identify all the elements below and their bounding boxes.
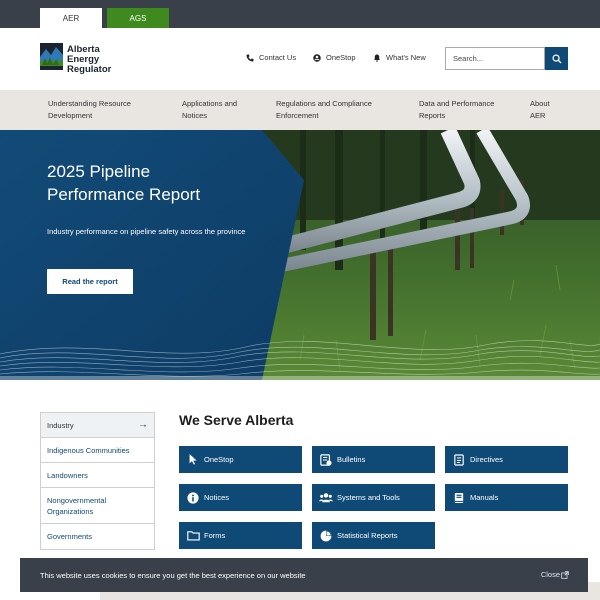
cookie-close-label: Close: [540, 570, 560, 579]
nav-label-line1: Data and Performance: [419, 99, 495, 108]
tab-aer[interactable]: AER: [40, 8, 102, 28]
cursor-icon: [186, 453, 200, 467]
side-item-governments[interactable]: Governments: [41, 524, 154, 549]
nav-understanding-resource-development[interactable]: Understanding Resource Development: [48, 98, 131, 122]
nav-label-line1: Regulations and Compliance: [276, 99, 372, 108]
user-circle-icon: [313, 53, 321, 62]
main-navigation: Understanding Resource Development Appli…: [0, 90, 600, 130]
side-item-label: Industry: [47, 420, 74, 430]
side-item-label: Indigenous Communities: [47, 445, 130, 455]
nav-data-and-performance-reports[interactable]: Data and Performance Reports: [419, 98, 494, 122]
nav-about-aer[interactable]: About AER: [530, 98, 550, 122]
side-item-label: Landowners: [47, 470, 88, 480]
logo-mark-icon: [40, 43, 63, 77]
contact-us-link[interactable]: Contact Us: [246, 53, 296, 62]
external-link-icon: [561, 570, 569, 579]
audience-side-menu: Industry → Indigenous Communities Landow…: [40, 412, 155, 550]
tile-systems-and-tools[interactable]: Systems and Tools: [312, 484, 435, 511]
tile-directives[interactable]: Directives: [445, 446, 568, 473]
aer-logo[interactable]: Alberta Energy Regulator: [40, 42, 130, 78]
tile-label: OneStop: [204, 455, 234, 464]
nav-label-line1: About: [530, 99, 550, 108]
nav-label-line2: Notices: [182, 111, 208, 120]
tile-forms[interactable]: Forms: [179, 522, 302, 549]
tile-onestop[interactable]: OneStop: [179, 446, 302, 473]
tile-label: Notices: [204, 493, 230, 502]
pie-chart-icon: [319, 529, 333, 543]
search-input[interactable]: [445, 47, 545, 70]
hero-subtitle: Industry performance on pipeline safety …: [47, 227, 246, 236]
tile-notices[interactable]: Notices: [179, 484, 302, 511]
nav-label-line2: AER: [530, 111, 546, 120]
search-button[interactable]: [545, 47, 568, 70]
tile-label: Directives: [470, 455, 503, 464]
bulletin-icon: [319, 453, 333, 467]
site-switcher-bar: AER AGS: [0, 0, 600, 28]
logo-line-3: Regulator: [67, 64, 112, 75]
side-item-label: Nongovernmental Organizations: [47, 495, 107, 516]
tile-label: Forms: [204, 531, 226, 540]
tile-statistical-reports[interactable]: Statistical Reports: [312, 522, 435, 549]
bell-icon: [374, 54, 380, 62]
hero-title-line2: Performance Report: [47, 185, 201, 204]
nav-label-line2: Reports: [419, 111, 446, 120]
side-item-nongovernmental-organizations[interactable]: Nongovernmental Organizations: [41, 488, 154, 524]
book-icon: [452, 491, 466, 505]
side-item-landowners[interactable]: Landowners: [41, 463, 154, 488]
tile-bulletins[interactable]: Bulletins: [312, 446, 435, 473]
site-header: Alberta Energy Regulator Contact Us OneS…: [0, 28, 600, 90]
tile-label: Statistical Reports: [337, 531, 398, 540]
contact-us-label: Contact Us: [259, 53, 297, 62]
tile-label: Bulletins: [337, 455, 366, 464]
tab-ags[interactable]: AGS: [107, 8, 169, 28]
cookie-close-button[interactable]: Close: [541, 570, 569, 579]
hero-title-line1: 2025 Pipeline: [47, 162, 151, 181]
side-item-industry[interactable]: Industry →: [41, 413, 154, 438]
info-icon: [186, 491, 200, 505]
search-icon: [551, 53, 562, 64]
phone-icon: [246, 54, 254, 61]
nav-label-line1: Applications and: [182, 99, 238, 108]
tile-label: Systems and Tools: [337, 493, 400, 502]
users-icon: [319, 491, 333, 505]
whats-new-link[interactable]: What's New: [373, 53, 426, 62]
logo-wordmark: Alberta Energy Regulator: [67, 45, 111, 75]
tile-label: Manuals: [470, 493, 499, 502]
nav-regulations-and-compliance[interactable]: Regulations and Compliance Enforcement: [276, 98, 372, 122]
side-item-label: Governments: [47, 532, 93, 541]
read-report-button[interactable]: Read the report: [47, 269, 133, 294]
side-item-indigenous-communities[interactable]: Indigenous Communities: [41, 438, 154, 463]
arrow-right-icon: →: [138, 419, 148, 431]
cookie-banner: This website uses cookies to ensure you …: [20, 558, 588, 592]
nav-applications-and-notices[interactable]: Applications and Notices: [182, 98, 237, 122]
nav-label-line2: Development: [48, 111, 93, 120]
onestop-label: OneStop: [326, 53, 356, 62]
nav-label-line2: Enforcement: [276, 111, 319, 120]
hero-title: 2025 Pipeline Performance Report: [47, 160, 277, 206]
nav-label-line1: Understanding Resource: [48, 99, 131, 108]
hero-banner: 2025 Pipeline Performance Report Industr…: [0, 130, 600, 380]
cookie-message: This website uses cookies to ensure you …: [40, 570, 306, 580]
tile-manuals[interactable]: Manuals: [445, 484, 568, 511]
whats-new-label: What's New: [386, 53, 426, 62]
document-icon: [452, 453, 466, 467]
folder-icon: [186, 529, 200, 543]
section-title: We Serve Alberta: [179, 412, 294, 428]
onestop-link[interactable]: OneStop: [313, 53, 356, 62]
